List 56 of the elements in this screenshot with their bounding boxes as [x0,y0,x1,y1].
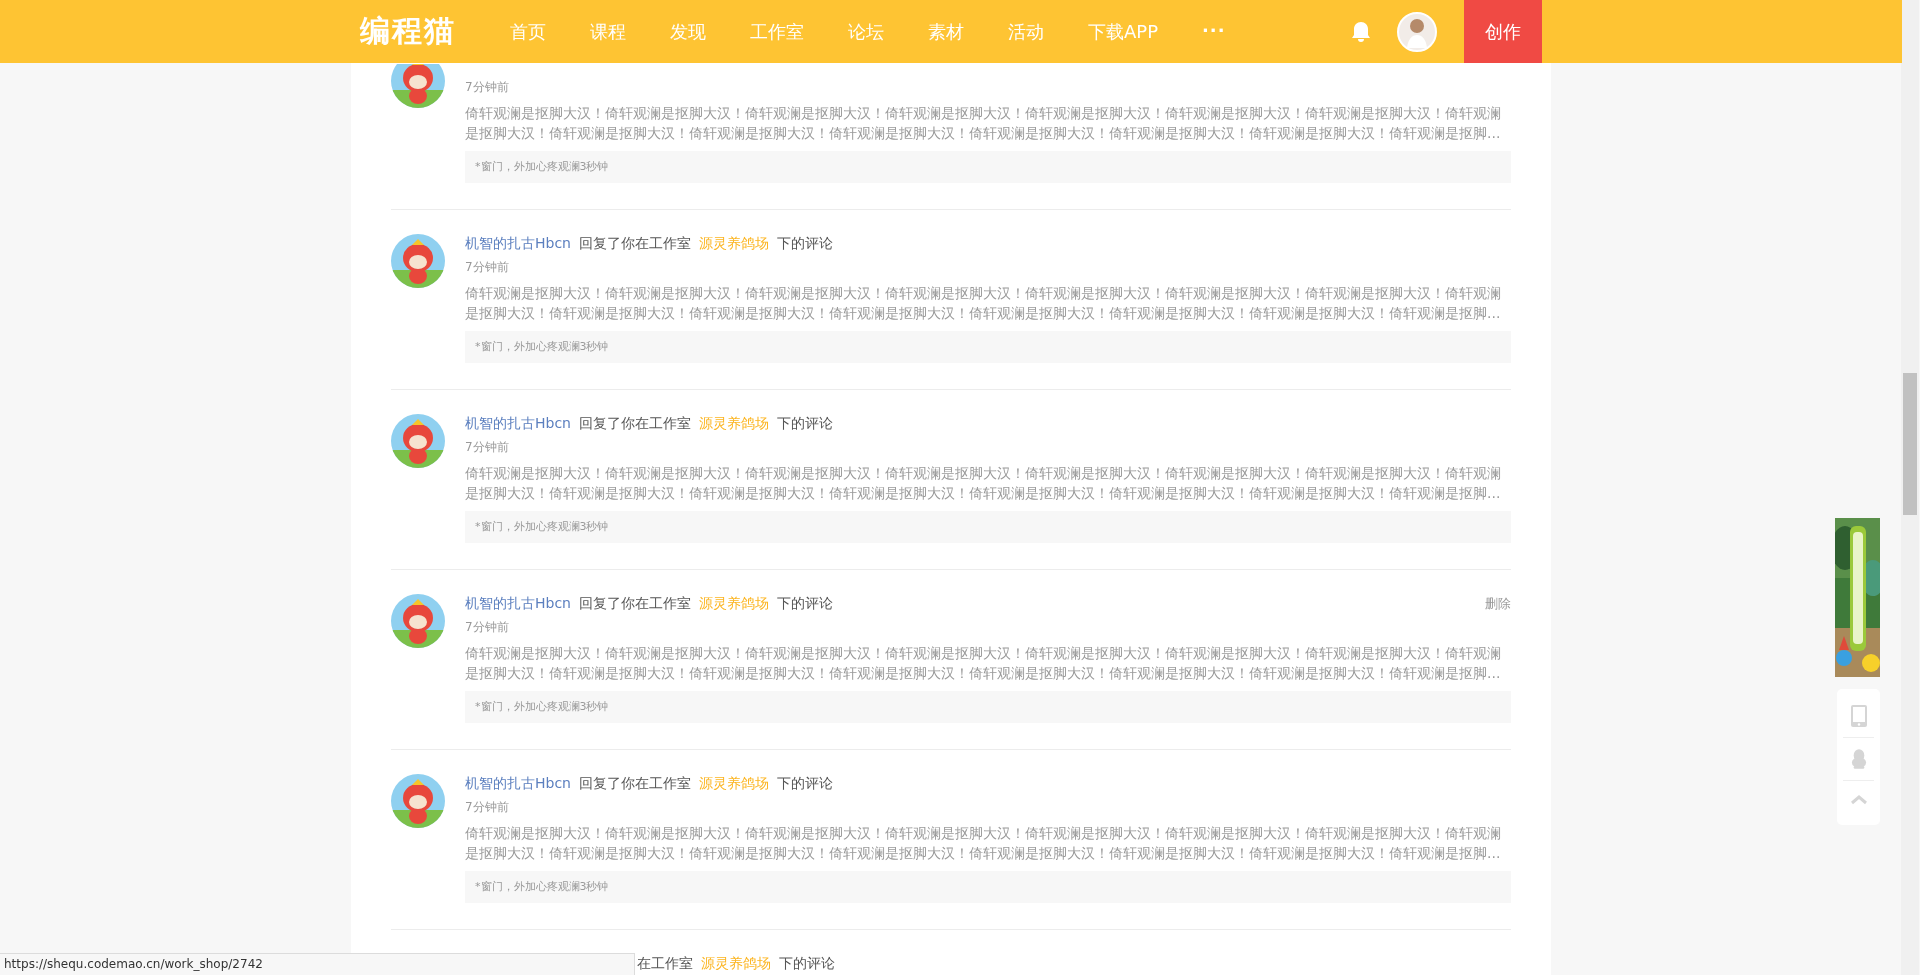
comment-text: 倚轩观澜是抠脚大汉！倚轩观澜是抠脚大汉！倚轩观澜是抠脚大汉！倚轩观澜是抠脚大汉！倚轩观澜是抠脚大汉！倚轩观澜是抠脚大汉！倚轩观澜是抠脚大汉！倚轩观澜是抠脚大汉！倚轩观澜是抠脚大汉！倚轩观澜是抠脚大汉！倚轩观澜是抠脚大汉！倚轩观澜是抠脚大汉！倚轩观澜是抠脚大汉！倚轩观澜是抠脚大汉！倚轩观澜是抠脚... [465,464,1502,503]
timestamp: 7分钟前 [465,439,510,455]
avatar-icon[interactable] [391,594,445,648]
action-text: 回复了你在工作室 [579,415,691,433]
action-text: 下的评论 [777,415,833,433]
logo[interactable]: 编程猫 [360,11,464,52]
nav-link[interactable]: 论坛 [848,19,884,44]
studio-link[interactable]: 源灵养鸽场 [699,415,769,433]
avatar-icon[interactable] [391,64,445,108]
action-text: 下的评论 [777,775,833,793]
comment-text: 倚轩观澜是抠脚大汉！倚轩观澜是抠脚大汉！倚轩观澜是抠脚大汉！倚轩观澜是抠脚大汉！倚轩观澜是抠脚大汉！倚轩观澜是抠脚大汉！倚轩观澜是抠脚大汉！倚轩观澜是抠脚大汉！倚轩观澜是抠脚大汉！倚轩观澜是抠脚大汉！倚轩观澜是抠脚大汉！倚轩观澜是抠脚大汉！倚轩观澜是抠脚大汉！倚轩观澜是抠脚大汉！倚轩观澜是抠脚... [465,644,1502,683]
studio-link[interactable]: 源灵养鸽场 [699,235,769,253]
nav-link[interactable]: 课程 [590,19,626,44]
comment-text: 倚轩观澜是抠脚大汉！倚轩观澜是抠脚大汉！倚轩观澜是抠脚大汉！倚轩观澜是抠脚大汉！倚轩观澜是抠脚大汉！倚轩观澜是抠脚大汉！倚轩观澜是抠脚大汉！倚轩观澜是抠脚大汉！倚轩观澜是抠脚大汉！倚轩观澜是抠脚大汉！倚轩观澜是抠脚大汉！倚轩观澜是抠脚大汉！倚轩观澜是抠脚大汉！倚轩观澜是抠脚大汉！倚轩观澜是抠脚... [465,824,1502,863]
quoted-comment: *窗门，外加心疼观澜3秒钟 [465,511,1511,543]
more-link[interactable]: ··· [1202,19,1226,44]
studio-link[interactable]: 源灵养鸽场 [701,955,771,973]
action-text: 下的评论 [779,955,835,973]
nav-link[interactable]: 首页 [510,19,546,44]
create-button[interactable]: 创作 [1464,0,1542,63]
avatar-icon[interactable] [391,234,445,288]
quoted-comment: *窗门，外加心疼观澜3秒钟 [465,151,1511,183]
delete-link[interactable]: 删除 [1485,595,1511,613]
user-link[interactable]: 机智的扎古Hbcn [465,775,571,793]
user-link[interactable]: 机智的扎古Hbcn [465,595,571,613]
nav-link[interactable]: 活动 [1008,19,1044,44]
user-link[interactable]: 机智的扎古Hbcn [465,235,571,253]
quoted-comment: *窗门，外加心疼观澜3秒钟 [465,691,1511,723]
action-text: 回复了你在工作室 [579,235,691,253]
action-text: 回复了你在工作室 [579,775,691,793]
nav-link[interactable]: 发现 [670,19,706,44]
avatar-icon[interactable] [391,774,445,828]
bell-icon[interactable] [1351,20,1371,43]
nav-link[interactable]: 工作室 [750,19,804,44]
timestamp: 7分钟前 [465,619,510,635]
timestamp: 7分钟前 [465,79,510,95]
action-text: 下的评论 [777,235,833,253]
avatar-icon[interactable] [1397,11,1437,52]
user-link[interactable]: 机智的扎古Hbcn [465,415,571,433]
nav-link[interactable]: 下载APP [1088,19,1159,44]
studio-link[interactable]: 源灵养鸽场 [699,595,769,613]
quoted-comment: *窗门，外加心疼观澜3秒钟 [465,871,1511,903]
nav-link[interactable]: 素材 [928,19,964,44]
avatar-icon[interactable] [391,414,445,468]
comment-text: 倚轩观澜是抠脚大汉！倚轩观澜是抠脚大汉！倚轩观澜是抠脚大汉！倚轩观澜是抠脚大汉！倚轩观澜是抠脚大汉！倚轩观澜是抠脚大汉！倚轩观澜是抠脚大汉！倚轩观澜是抠脚大汉！倚轩观澜是抠脚大汉！倚轩观澜是抠脚大汉！倚轩观澜是抠脚大汉！倚轩观澜是抠脚大汉！倚轩观澜是抠脚大汉！倚轩观澜是抠脚大汉！倚轩观澜是抠脚... [465,284,1502,323]
action-text: 下的评论 [777,595,833,613]
comment-text: 倚轩观澜是抠脚大汉！倚轩观澜是抠脚大汉！倚轩观澜是抠脚大汉！倚轩观澜是抠脚大汉！倚轩观澜是抠脚大汉！倚轩观澜是抠脚大汉！倚轩观澜是抠脚大汉！倚轩观澜是抠脚大汉！倚轩观澜是抠脚大汉！倚轩观澜是抠脚大汉！倚轩观澜是抠脚大汉！倚轩观澜是抠脚大汉！倚轩观澜是抠脚大汉！倚轩观澜是抠脚大汉！倚轩观澜是抠脚... [465,104,1502,143]
action-text: 回复了你在工作室 [579,595,691,613]
status-url: https://shequ.codemao.cn/work_shop/2742 [0,953,635,975]
action-text: 在工作室 [637,955,693,973]
quoted-comment: *窗门，外加心疼观澜3秒钟 [465,331,1511,363]
studio-link[interactable]: 源灵养鸽场 [699,775,769,793]
timestamp: 7分钟前 [465,259,510,275]
scrollbar[interactable] [1901,0,1919,975]
scrollbar-thumb[interactable] [1903,373,1917,515]
timestamp: 7分钟前 [465,799,510,815]
